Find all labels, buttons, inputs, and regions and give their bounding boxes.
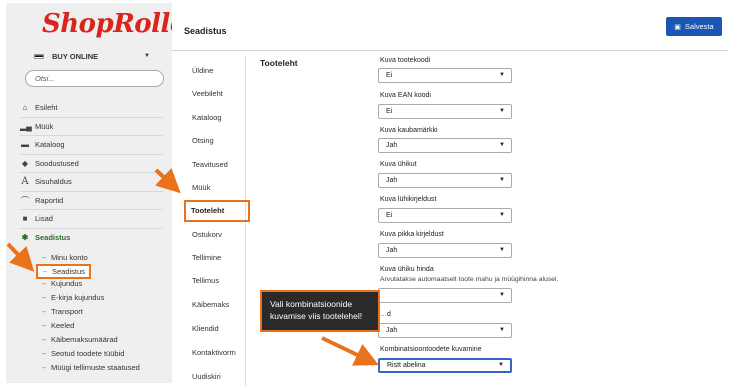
arrow-to-tooteleht-tab xyxy=(154,168,181,194)
annotation-arrows xyxy=(6,168,379,366)
arrow-to-seadistus xyxy=(6,242,35,272)
arrow-to-combination-select xyxy=(321,336,379,366)
